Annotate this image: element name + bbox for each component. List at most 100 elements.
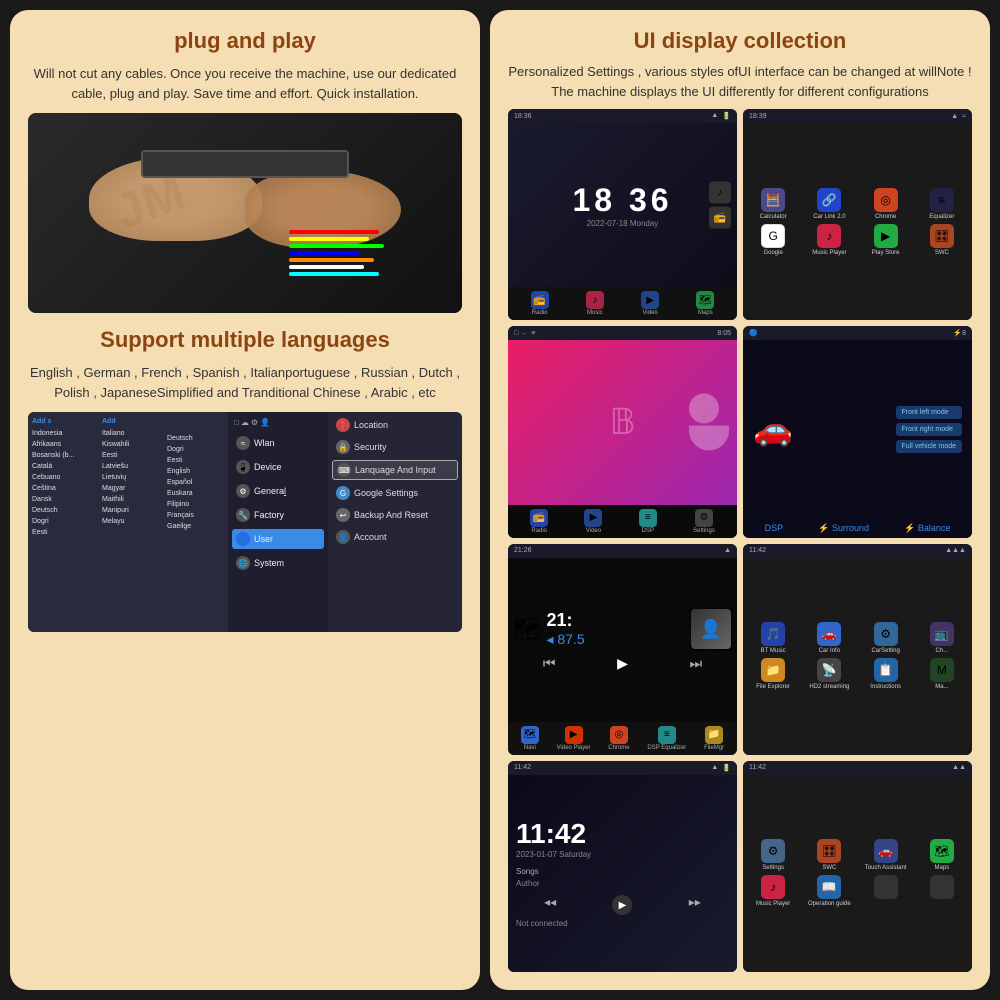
play-btn[interactable]: ▶ — [617, 655, 628, 672]
videoplayer-nav[interactable]: ▶Video Player — [557, 726, 591, 751]
app-calculator[interactable]: 🧮Calculator — [747, 188, 799, 220]
app-fileexplorer[interactable]: 📁File Explorer — [747, 658, 799, 690]
front-left-btn[interactable]: Front left mode — [896, 406, 962, 419]
clock2-body: 11:42 2023-01-07 Saturday Songs Author ◂… — [508, 775, 737, 972]
dsp-nav[interactable]: ≡DSP Equalizer — [647, 726, 686, 751]
lang-kiswahili[interactable]: Kiswahili — [98, 440, 163, 449]
lang-italiano[interactable]: Italiano — [98, 429, 163, 438]
menu-user[interactable]: 👤 User — [232, 529, 324, 549]
lang-eesti-1[interactable]: Eesti — [28, 528, 98, 537]
nav-maps[interactable]: 🗺Maps — [696, 291, 714, 316]
bt-dsp[interactable]: ≡DSP — [639, 509, 657, 534]
lang-espanol[interactable]: Español — [163, 478, 228, 487]
nav-radio[interactable]: 📻Radio — [531, 291, 549, 316]
app3-swc[interactable]: 🎛SWC — [803, 839, 855, 871]
opguide-icon: 📖 — [817, 875, 841, 899]
lang-maithili[interactable]: Maithili — [98, 495, 163, 504]
next-btn[interactable]: ⏭ — [690, 655, 703, 672]
lang-melayu[interactable]: Melayu — [98, 517, 163, 526]
lang-dansk[interactable]: Dansk — [28, 495, 98, 504]
signal-5: ▲ — [724, 547, 731, 554]
menu-location[interactable]: 📍 Location — [332, 416, 458, 434]
lang-gaeilge[interactable]: Gaeilge — [163, 522, 228, 531]
lang-bosanski[interactable]: Bosanski (b... — [28, 451, 98, 460]
navi-nav[interactable]: 🗺Navi — [521, 726, 539, 751]
bt-body: 𝔹 — [508, 340, 737, 504]
menu-wlan[interactable]: ≈ Wlan — [232, 433, 324, 453]
bt-video[interactable]: ▶Video — [584, 509, 602, 534]
app-playstore[interactable]: ▶Play Store — [860, 224, 912, 256]
app3-steering[interactable]: 🚗Touch Assistant — [860, 839, 912, 871]
menu-factory[interactable]: 🔧 Factory — [232, 505, 324, 525]
app-carinfo[interactable]: 🚗Car Info — [803, 622, 855, 654]
full-vehicle-btn[interactable]: Full vehicle mode — [896, 440, 962, 453]
app-ch[interactable]: 📺Ch... — [916, 622, 968, 654]
app-hd2[interactable]: 📡HD2 streaming — [803, 658, 855, 690]
menu-system[interactable]: 🌐 System — [232, 553, 324, 573]
time-8: 11:42 — [749, 764, 766, 771]
time-4: ⚡8 — [953, 329, 966, 337]
lang-lietuvy[interactable]: Lietuvių — [98, 473, 163, 482]
app3-maps[interactable]: 🗺Maps — [916, 839, 968, 871]
front-right-btn[interactable]: Front right mode — [896, 423, 962, 436]
menu-account[interactable]: 👤 Account — [332, 528, 458, 546]
lang-cestina[interactable]: Čeština — [28, 484, 98, 493]
add-btn-2[interactable]: Add — [98, 416, 163, 427]
lang-manipuri[interactable]: Manipuri — [98, 506, 163, 515]
prev-btn[interactable]: ⏮ — [543, 655, 556, 672]
ui-cell-clock2: 11:42 ▲ 🔋 11:42 2023-01-07 Saturday Song… — [508, 761, 737, 972]
app3-settings[interactable]: ⚙Settings — [747, 839, 799, 871]
lang-dogri-2[interactable]: Dogri — [163, 445, 228, 454]
next-btn-2[interactable]: ▸▸ — [689, 895, 701, 915]
lang-francais[interactable]: Français — [163, 511, 228, 520]
lang-latviesu[interactable]: Latviešu — [98, 462, 163, 471]
app-ma[interactable]: MMa... — [916, 658, 968, 690]
lang-deutsch-1[interactable]: Deutsch — [28, 506, 98, 515]
prev-btn-2[interactable]: ◂◂ — [544, 895, 556, 915]
menu-security[interactable]: 🔒 Security — [332, 438, 458, 456]
status-bar-2: 18:39 ▲ ≈ — [743, 109, 972, 123]
lang-cebuano[interactable]: Cebuano — [28, 473, 98, 482]
lang-dogri-1[interactable]: Dogri — [28, 517, 98, 526]
menu-language-input[interactable]: ⌨ Lanquage And Input — [332, 460, 458, 480]
app-musicplayer[interactable]: ♪Music Player — [803, 224, 855, 256]
app3-opguide[interactable]: 📖Operation guide — [803, 875, 855, 907]
nav-video[interactable]: ▶Video — [641, 291, 659, 316]
lang-filipino[interactable]: Filipino — [163, 500, 228, 509]
lang-afrikaans[interactable]: Afrikaans — [28, 440, 98, 449]
files-nav[interactable]: 📁FileMgr — [704, 726, 724, 751]
quick-icon-2[interactable]: 📻 — [709, 207, 731, 229]
play-btn-2[interactable]: ▶ — [612, 895, 632, 915]
nav-music[interactable]: ♪Music — [586, 291, 604, 316]
menu-backup-reset[interactable]: ↩ Backup And Reset — [332, 506, 458, 524]
app-instructions[interactable]: 📋Instructions — [860, 658, 912, 690]
media-section: Songs Author ◂◂ ▶ ▸▸ — [516, 867, 729, 915]
bt-radio[interactable]: 📻Radio — [530, 509, 548, 534]
lang-catala[interactable]: Català — [28, 462, 98, 471]
menu-device[interactable]: 📱 Device — [232, 457, 324, 477]
add-btn-1[interactable]: Add s — [28, 416, 98, 427]
menu-general[interactable]: ⚙ General — [232, 481, 324, 501]
lang-eesti-2[interactable]: Eesti — [98, 451, 163, 460]
lang-eesti-3[interactable]: Eesti — [163, 456, 228, 465]
bt-radio-icon: 📻 — [530, 509, 548, 527]
lang-indonesia[interactable]: Indonesia — [28, 429, 98, 438]
lang-magyar[interactable]: Magyar — [98, 484, 163, 493]
app-carsetting[interactable]: ⚙CarSetting — [860, 622, 912, 654]
app-equalizer[interactable]: ≡Equalizer — [916, 188, 968, 220]
app-carlink[interactable]: 🔗Car Link 2.0 — [803, 188, 855, 220]
lang-deutsch-2[interactable]: Deutsch — [163, 434, 228, 443]
app-btmusic[interactable]: 🎵BT Music — [747, 622, 799, 654]
app-chrome[interactable]: ◎Chrome — [860, 188, 912, 220]
quick-icon-1[interactable]: ♪ — [709, 182, 731, 204]
bt-settings[interactable]: ⚙Settings — [693, 509, 715, 534]
menu-google-settings[interactable]: G Google Settings — [332, 484, 458, 502]
lang-english[interactable]: English — [163, 467, 228, 476]
app-google[interactable]: GGoogle — [747, 224, 799, 256]
app3-musicplayer[interactable]: ♪Music Player — [747, 875, 799, 907]
clock1-date: 2022-07-18 Monday — [572, 219, 672, 228]
app-swc[interactable]: 🎛SWC — [916, 224, 968, 256]
chrome-nav[interactable]: ◎Chrome — [608, 726, 629, 751]
wifi-icon-2: ≈ — [962, 113, 966, 120]
lang-euskara[interactable]: Euskara — [163, 489, 228, 498]
